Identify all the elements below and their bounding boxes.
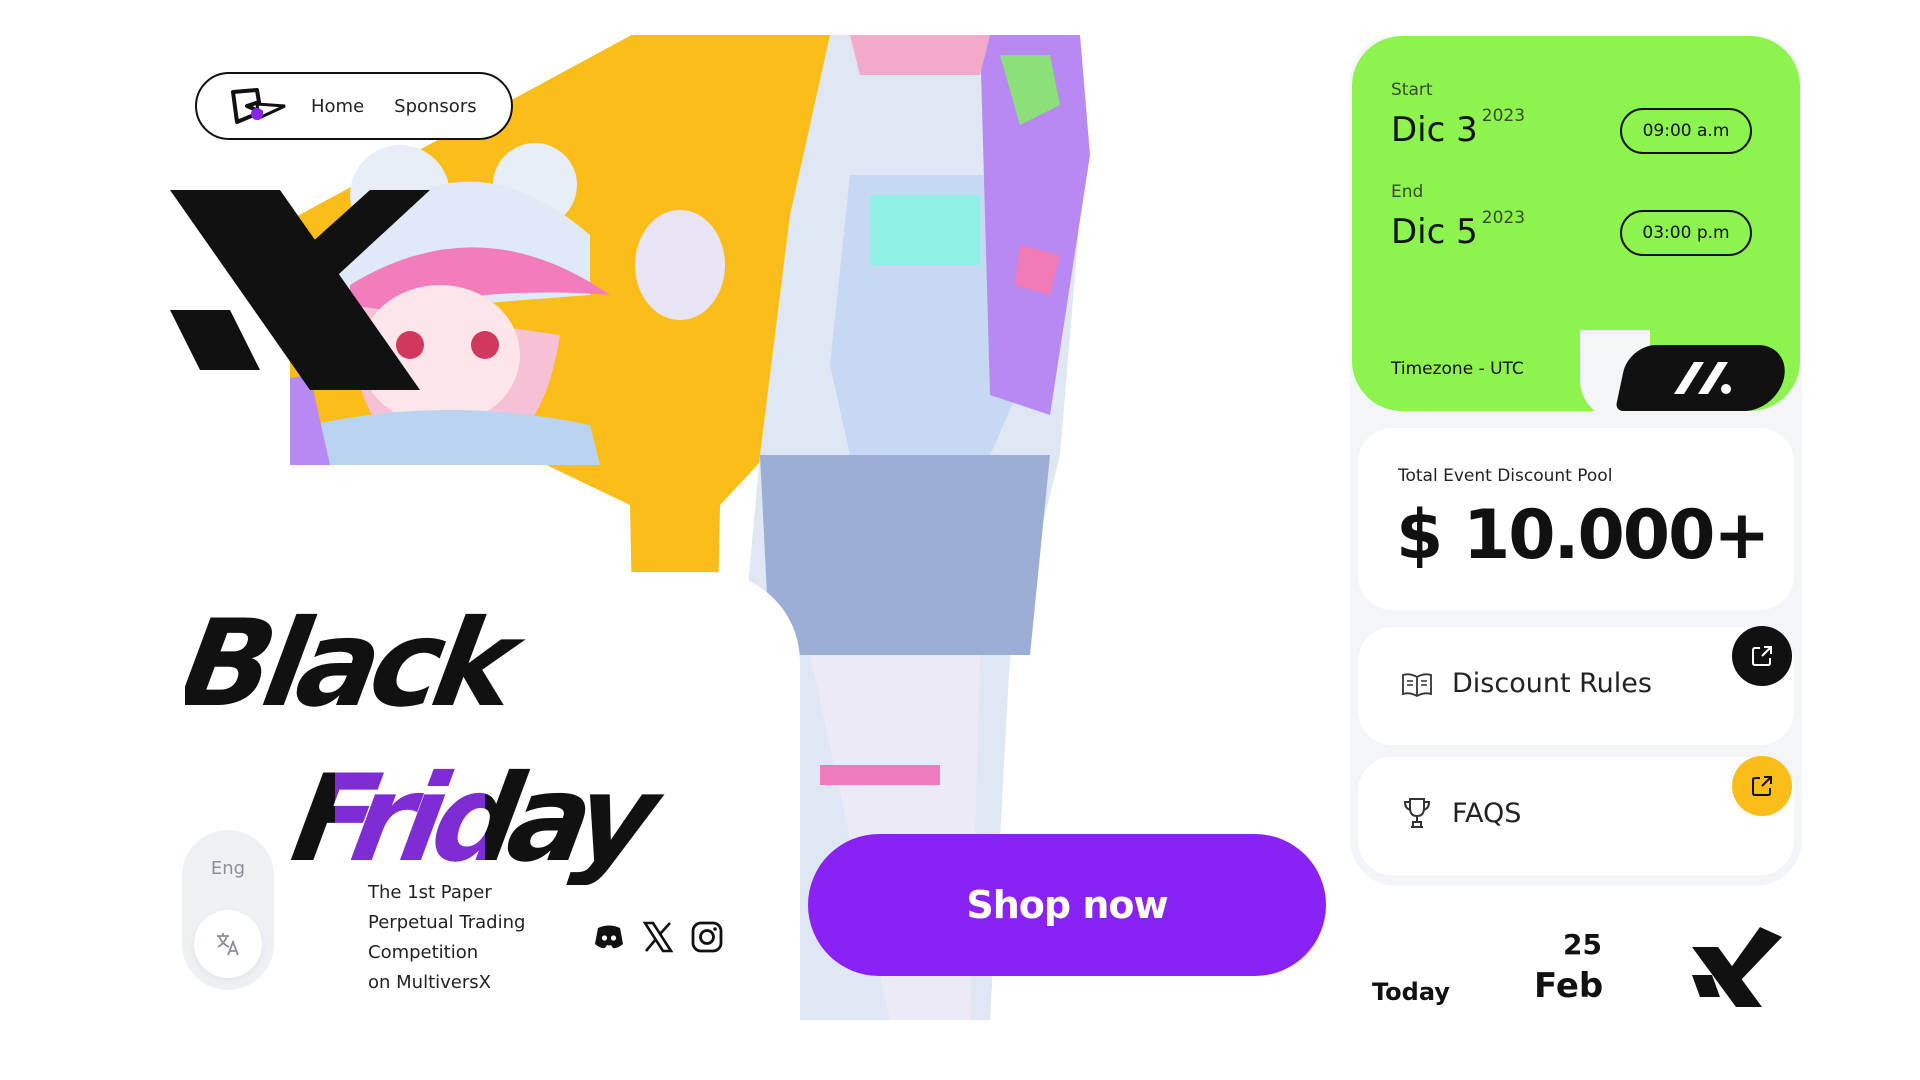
- external-link-icon: [1752, 776, 1772, 796]
- discord-icon[interactable]: [592, 920, 626, 954]
- event-description: The 1st Paper Perpetual Trading Competit…: [368, 878, 568, 998]
- multiversx-logo-large: [170, 190, 430, 390]
- translate-button[interactable]: [194, 910, 262, 978]
- start-label: Start: [1391, 80, 1433, 100]
- description-line: The 1st Paper: [368, 882, 492, 903]
- translate-icon: [217, 933, 239, 956]
- top-nav: Home Sponsors: [195, 72, 513, 140]
- start-year: 2023: [1481, 106, 1526, 126]
- book-icon: [1402, 673, 1432, 698]
- faqs-label[interactable]: FAQS: [1452, 798, 1521, 829]
- end-label: End: [1391, 182, 1424, 202]
- instagram-icon[interactable]: [690, 920, 724, 954]
- shop-now-button[interactable]: Shop now: [808, 834, 1326, 976]
- language-label[interactable]: Eng: [182, 858, 274, 879]
- trophy-icon: [1403, 798, 1431, 828]
- today-label: Today: [1372, 978, 1450, 1006]
- description-line: on MultiversX: [368, 972, 491, 993]
- today-day: 25: [1563, 928, 1602, 961]
- timezone-label: Timezone - UTC: [1391, 359, 1524, 379]
- start-date: Dic 3 2023: [1391, 106, 1525, 150]
- pool-value: $ 10.000+: [1396, 496, 1770, 575]
- today-month: Feb: [1534, 966, 1604, 1006]
- brand-badge-icon: [1674, 362, 1731, 394]
- nav-sponsors-link[interactable]: Sponsors: [394, 96, 476, 117]
- discount-rules-open-button[interactable]: [1732, 626, 1792, 686]
- pool-label: Total Event Discount Pool: [1398, 466, 1613, 486]
- x-icon[interactable]: [641, 920, 675, 954]
- description-line: Competition: [368, 942, 479, 963]
- nav-home-link[interactable]: Home: [311, 96, 364, 117]
- description-line: Perpetual Trading: [368, 912, 526, 933]
- faqs-open-button[interactable]: [1732, 756, 1792, 816]
- end-date: Dic 5 2023: [1391, 208, 1525, 252]
- start-date-text: Dic 3: [1391, 110, 1478, 150]
- discount-rules-label[interactable]: Discount Rules: [1452, 668, 1652, 699]
- end-date-text: Dic 5: [1391, 212, 1478, 252]
- end-year: 2023: [1481, 208, 1526, 228]
- external-link-icon: [1752, 646, 1772, 666]
- end-time-pill[interactable]: 03:00 p.m: [1620, 210, 1752, 256]
- title-line-black: Black: [185, 595, 534, 734]
- brand-logo-icon[interactable]: [227, 84, 289, 128]
- black-friday-title: Black Friday: [185, 595, 673, 885]
- multiversx-logo-small: [1692, 927, 1782, 1007]
- start-time-pill[interactable]: 09:00 a.m: [1620, 108, 1752, 154]
